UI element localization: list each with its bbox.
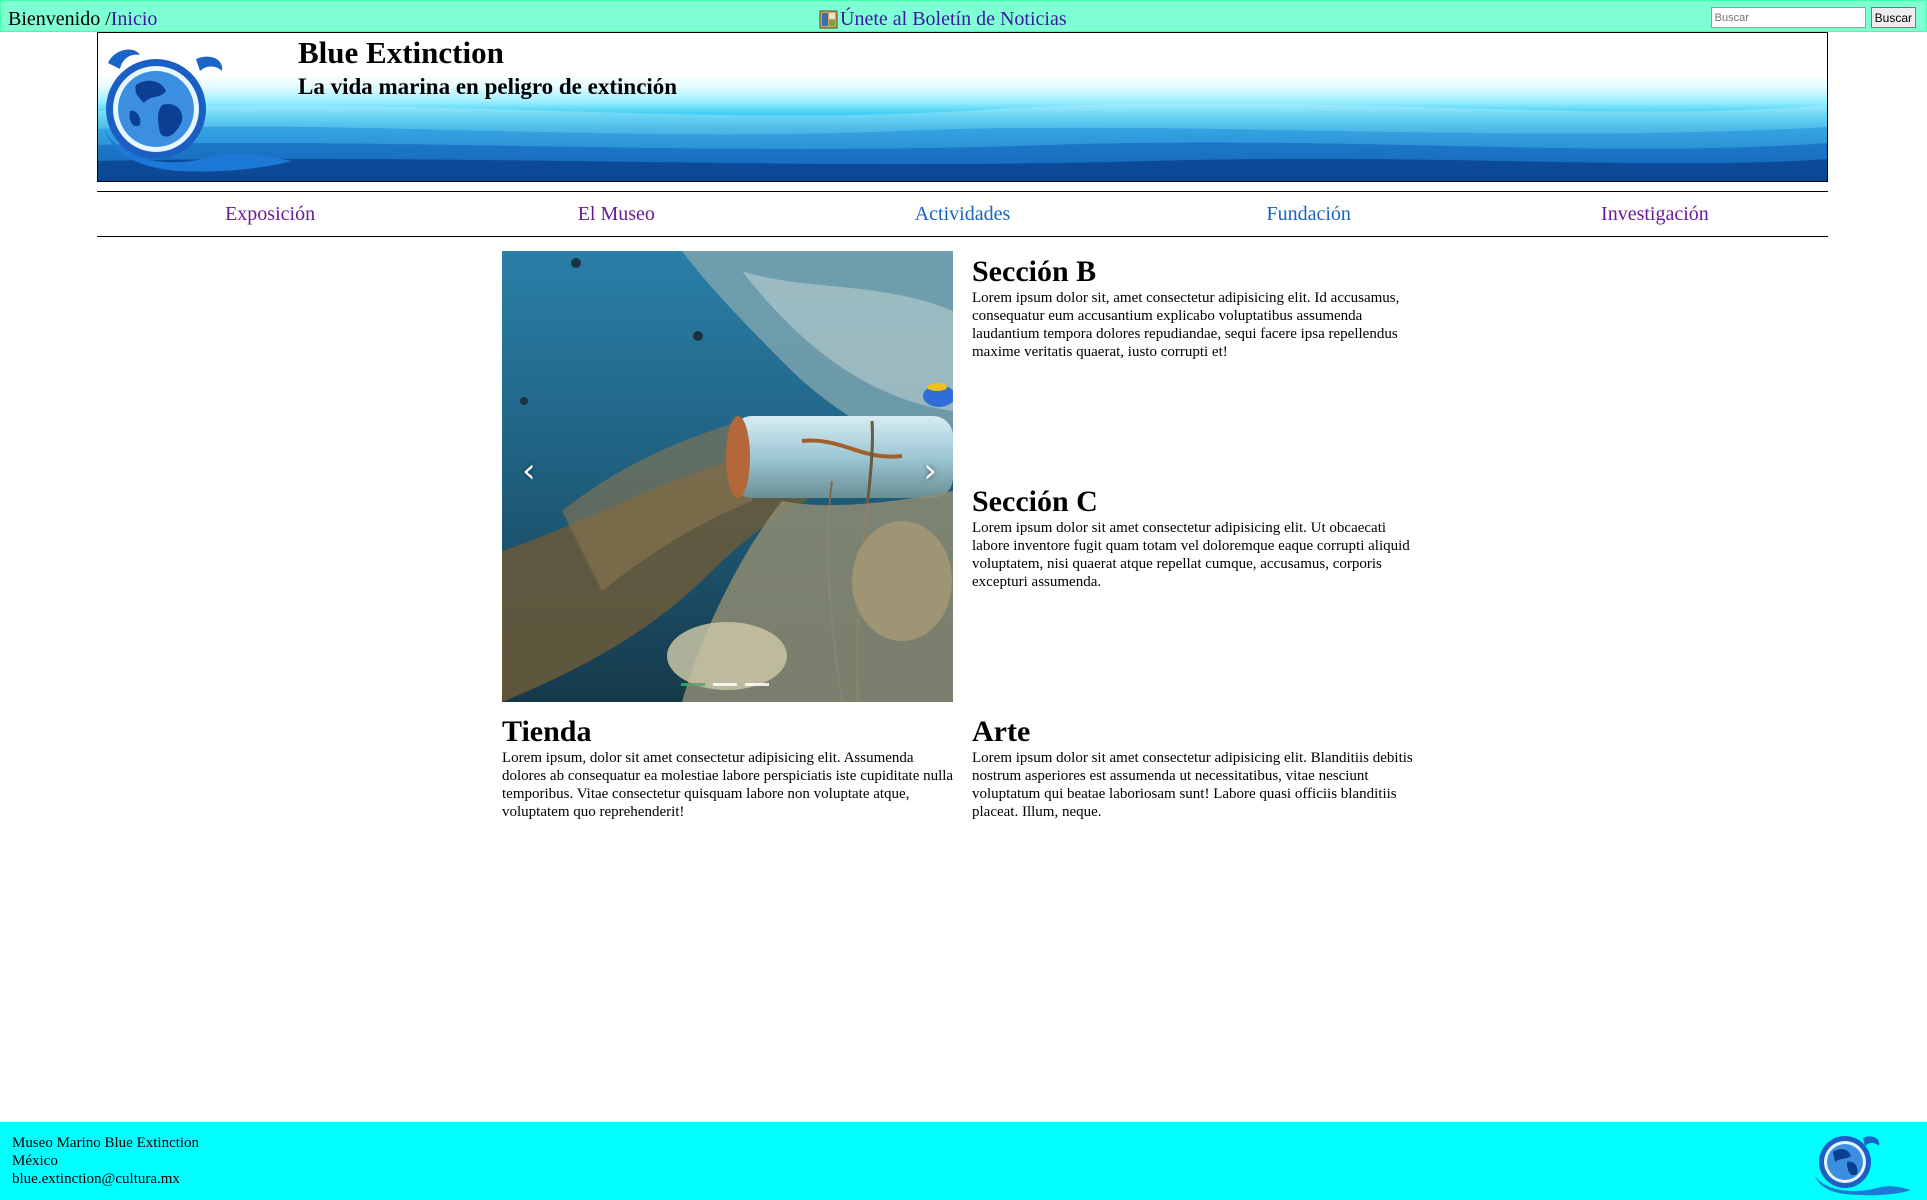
nav-item-el-museo[interactable]: El Museo [443,192,789,236]
footer-logo [1815,1136,1911,1196]
newsletter-link[interactable]: Únete al Boletín de Noticias [819,8,1067,31]
carousel-prev-button[interactable]: ‹ [522,451,536,491]
section-b-text: Lorem ipsum dolor sit, amet consectetur … [972,290,1400,360]
section-b-title: Sección B [972,255,1097,288]
carousel-indicators [681,683,769,686]
carousel-next-button[interactable]: › [923,451,937,491]
site-footer: Museo Marino Blue Extinction México blue… [0,1122,1927,1200]
search-button[interactable]: Buscar [1870,7,1916,28]
carousel-indicator[interactable] [713,683,737,686]
footer-museum-name: Museo Marino Blue Extinction [12,1135,200,1151]
section-arte: Arte Lorem ipsum dolor sit amet consecte… [972,715,1427,821]
footer-country: México [12,1153,58,1169]
section-c: Sección C Lorem ipsum dolor sit amet con… [972,485,1427,591]
section-c-text: Lorem ipsum dolor sit amet consectetur a… [972,520,1410,590]
carousel-indicator[interactable] [681,683,705,686]
nav-item-investigacion[interactable]: Investigación [1482,192,1828,236]
main-nav: Exposición El Museo Actividades Fundació… [97,191,1828,237]
section-arte-text: Lorem ipsum dolor sit amet consectetur a… [972,750,1413,820]
image-carousel: ‹ › [502,251,953,702]
site-subtitle: La vida marina en peligro de extinción [298,74,678,99]
footer-info: Museo Marino Blue Extinction México blue… [12,1134,199,1188]
section-tienda-title: Tienda [502,715,592,748]
search-form: Buscar [1710,7,1916,28]
search-input[interactable] [1710,7,1866,28]
newsletter-icon [819,10,838,29]
section-tienda-text: Lorem ipsum, dolor sit amet consectetur … [502,750,954,820]
section-b: Sección B Lorem ipsum dolor sit, amet co… [972,255,1427,361]
footer-email: blue.extinction@cultura.mx [12,1171,180,1187]
newsletter-label: Únete al Boletín de Noticias [840,8,1067,30]
carousel-slide-image [502,251,953,702]
site-logo [104,49,292,172]
section-c-title: Sección C [972,485,1098,518]
top-bar: Bienvenido /Inicio Únete al Boletín de N… [0,0,1927,32]
nav-item-exposicion[interactable]: Exposición [97,192,443,236]
greeting-text: Bienvenido / [8,8,111,30]
greeting: Bienvenido /Inicio [8,8,157,31]
carousel-indicator[interactable] [745,683,769,686]
site-title: Blue Extinction [298,35,504,70]
section-arte-title: Arte [972,715,1031,748]
site-header: Blue Extinction La vida marina en peligr… [97,32,1828,182]
home-link[interactable]: Inicio [111,8,158,30]
nav-item-actividades[interactable]: Actividades [789,192,1135,236]
nav-item-fundacion[interactable]: Fundación [1136,192,1482,236]
section-tienda: Tienda Lorem ipsum, dolor sit amet conse… [502,715,957,821]
